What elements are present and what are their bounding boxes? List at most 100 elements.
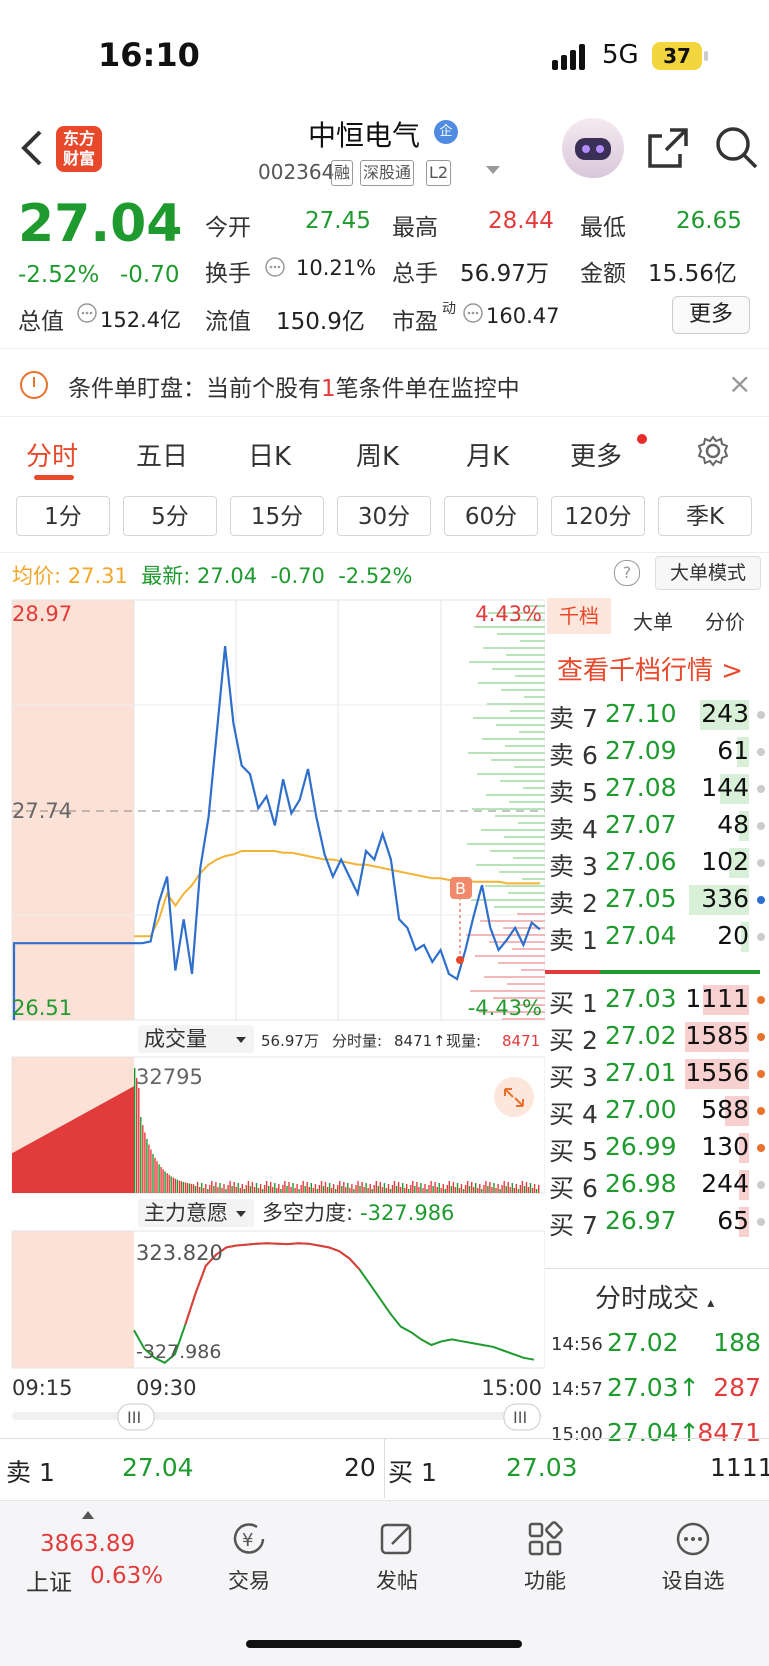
- volume-bar: [33, 1141, 34, 1193]
- bid-row[interactable]: 买 7 26.97 65: [545, 1202, 769, 1240]
- nav-watchlist[interactable]: 设自选: [638, 1519, 748, 1595]
- ask-price: 27.05: [605, 884, 677, 913]
- volume-bar: [112, 1098, 113, 1193]
- volume-bar: [42, 1136, 43, 1193]
- nav-trade[interactable]: ¥ 交易: [194, 1519, 304, 1595]
- depth-bar: [486, 794, 545, 796]
- volume-bar: [385, 1188, 388, 1193]
- tab-price-distribution[interactable]: 分价: [705, 606, 745, 635]
- tab-weekly-k[interactable]: 周K: [356, 436, 399, 473]
- bid-row[interactable]: 买 4 27.00 588: [545, 1091, 769, 1129]
- bid-row[interactable]: 买 3 27.01 1556: [545, 1054, 769, 1092]
- expand-button[interactable]: [494, 1077, 534, 1117]
- volume-bar: [207, 1189, 209, 1193]
- volume-bar: [355, 1185, 357, 1193]
- condition-alert[interactable]: 条件单盯盘：当前个股有1笔条件单在监控中 ×: [0, 355, 769, 415]
- help-icon[interactable]: ?: [614, 560, 640, 586]
- period-quarter-k[interactable]: 季K: [658, 496, 752, 536]
- chevron-up-icon[interactable]: [82, 1511, 94, 1519]
- depth-bar: [474, 626, 545, 628]
- ask-label: 卖 3: [549, 852, 598, 881]
- ask-row[interactable]: 卖 6 27.09 61: [545, 732, 769, 770]
- stock-code: 002364: [258, 160, 335, 184]
- depth-bar: [485, 885, 545, 887]
- volume-bar: [247, 1181, 250, 1193]
- nav-functions[interactable]: 功能: [490, 1519, 600, 1595]
- index-name[interactable]: 上证: [26, 1563, 72, 1597]
- tab-more[interactable]: 更多: [570, 436, 622, 473]
- tab-daily-k[interactable]: 日K: [248, 436, 291, 473]
- depth-bar: [505, 745, 545, 747]
- depth-bar: [473, 717, 545, 719]
- period-5min[interactable]: 5分: [123, 496, 217, 536]
- ask-price: 27.07: [605, 810, 677, 839]
- period-60min[interactable]: 60分: [444, 496, 538, 536]
- assistant-avatar[interactable]: [562, 118, 624, 178]
- back-arrow-icon[interactable]: [18, 128, 48, 168]
- bid-row[interactable]: 买 5 26.99 130: [545, 1128, 769, 1166]
- bid-row[interactable]: 买 6 26.98 244: [545, 1165, 769, 1203]
- volume-bar: [150, 1149, 152, 1193]
- period-1min[interactable]: 1分: [16, 496, 110, 536]
- ask-row[interactable]: 卖 3 27.06 102: [545, 843, 769, 881]
- volume-bar: [243, 1189, 245, 1193]
- bid-volume: 1111: [685, 984, 749, 1013]
- depth-bar: [470, 990, 545, 992]
- volume-bar: [28, 1144, 29, 1193]
- ask-row[interactable]: 卖 2 27.05 336: [545, 880, 769, 918]
- info-icon[interactable]: [264, 256, 286, 278]
- index-value[interactable]: 3863.89: [40, 1531, 135, 1557]
- search-icon[interactable]: [713, 124, 759, 170]
- big-order-mode-button[interactable]: 大单模式: [655, 556, 761, 590]
- ask-row[interactable]: 卖 4 27.07 48: [545, 806, 769, 844]
- ask-row[interactable]: 卖 1 27.04 20: [545, 917, 769, 955]
- depth-bars: [466, 605, 545, 1020]
- tab-monthly-k[interactable]: 月K: [466, 436, 509, 473]
- depth-bar: [512, 948, 545, 950]
- ask-price: 27.04: [605, 921, 677, 950]
- volume-bar: [111, 1098, 112, 1193]
- period-120min[interactable]: 120分: [551, 496, 645, 536]
- bid-row[interactable]: 买 2 27.02 1585: [545, 1017, 769, 1055]
- info-icon[interactable]: [76, 302, 98, 324]
- intraday-chart[interactable]: B 28.97 27.74 26.51 4.43% -4.43% 成交量 56.…: [0, 595, 545, 1435]
- volume-bar: [95, 1107, 96, 1193]
- volume-bar: [375, 1181, 377, 1193]
- gear-icon[interactable]: [696, 434, 730, 468]
- tab-big-order[interactable]: 大单: [633, 606, 673, 635]
- tab-intraday[interactable]: 分时: [26, 436, 78, 473]
- trade-icon: ¥: [233, 1523, 265, 1554]
- view-depth-link[interactable]: 查看千档行情 >: [557, 650, 743, 687]
- bid-row[interactable]: 买 1 27.03 1111: [545, 980, 769, 1018]
- ask-row[interactable]: 卖 5 27.08 144: [545, 769, 769, 807]
- status-bar: 16:10 5G 37: [0, 0, 769, 110]
- ticks-title[interactable]: 分时成交 ▴: [595, 1278, 714, 1315]
- share-icon[interactable]: [646, 126, 690, 170]
- range-track[interactable]: [12, 1412, 542, 1420]
- volume-bar: [34, 1140, 35, 1193]
- nav-post[interactable]: 发帖: [342, 1519, 452, 1595]
- info-icon[interactable]: [462, 302, 484, 324]
- dropdown-icon[interactable]: [486, 166, 500, 176]
- tick-time: 14:56: [551, 1334, 603, 1355]
- divider: [384, 1438, 385, 1498]
- volume-bar: [497, 1184, 499, 1193]
- volume-bar: [412, 1181, 414, 1193]
- bid-label: 买 4: [549, 1100, 598, 1129]
- volume-bar: [487, 1186, 489, 1193]
- turnover-label: 换手: [205, 261, 251, 287]
- more-button[interactable]: 更多: [672, 296, 750, 334]
- volume-bar: [263, 1185, 266, 1193]
- tab-5day[interactable]: 五日: [136, 436, 188, 473]
- volume-bar: [160, 1166, 162, 1193]
- period-15min[interactable]: 15分: [230, 496, 324, 536]
- tab-thousand-depth[interactable]: 千档: [547, 598, 611, 634]
- index-pct[interactable]: 0.63%: [90, 1563, 163, 1589]
- volume-bar: [75, 1118, 76, 1193]
- ask-row[interactable]: 卖 7 27.10 243: [545, 695, 769, 733]
- volume-bar: [337, 1185, 339, 1193]
- volume-bar: [507, 1182, 509, 1193]
- depth-bar: [507, 983, 545, 985]
- close-icon[interactable]: ×: [728, 367, 751, 400]
- period-30min[interactable]: 30分: [337, 496, 431, 536]
